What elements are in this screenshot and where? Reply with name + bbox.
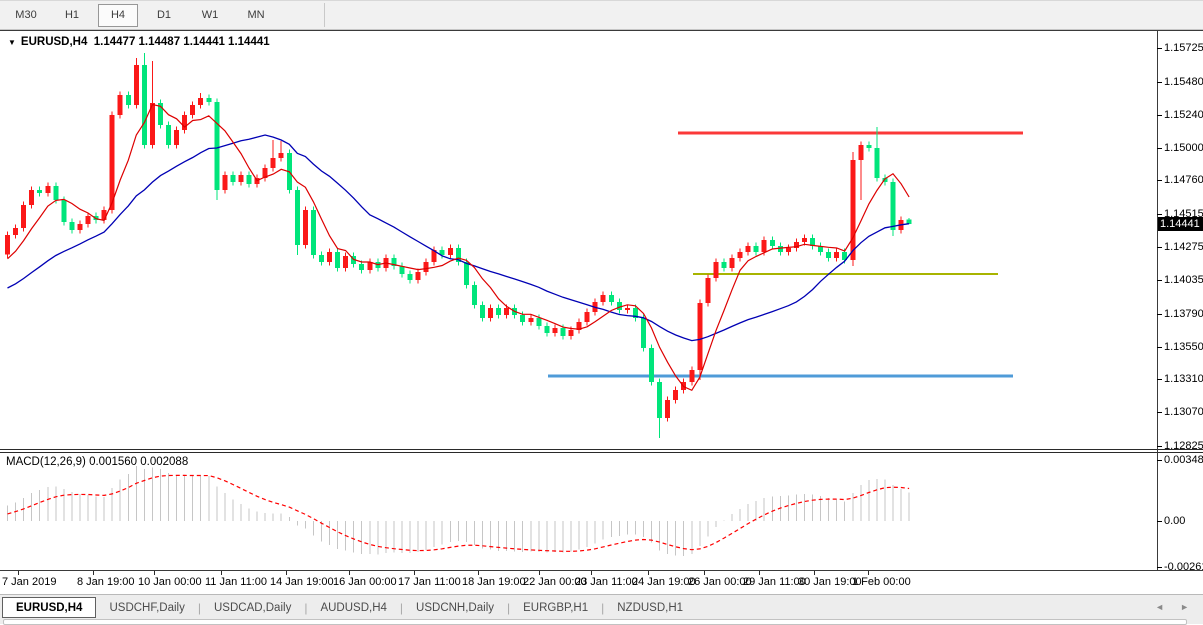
- time-label: 29 Jan 11:00: [743, 576, 806, 588]
- tab-nzdusd-h1[interactable]: NZDUSD,H1: [604, 597, 696, 618]
- time-label: 16 Jan 00:00: [333, 576, 397, 588]
- time-tick-mark: [704, 571, 705, 575]
- timeframe-button-w1[interactable]: W1: [190, 4, 230, 27]
- macd-indicator-label: MACD(12,26,9) 0.001560 0.002088: [6, 456, 188, 468]
- price-tick-mark: [1157, 446, 1162, 447]
- price-tick-mark: [1157, 48, 1162, 49]
- time-label: 24 Jan 19:00: [632, 576, 696, 588]
- timeframe-button-d1[interactable]: D1: [144, 4, 184, 27]
- chart-title-arrow-icon[interactable]: ▼: [8, 38, 16, 47]
- trend-lines: [548, 133, 1023, 376]
- price-tick-label: 1.15000: [1164, 142, 1203, 154]
- time-tick-mark: [18, 571, 19, 575]
- time-tick-mark: [539, 571, 540, 575]
- horizontal-scrollbar[interactable]: [3, 619, 1187, 625]
- time-tick-mark: [286, 571, 287, 575]
- time-tick-mark: [478, 571, 479, 575]
- macd-tick-mark: [1157, 460, 1162, 461]
- price-tick-label: 1.13070: [1164, 406, 1203, 418]
- time-label: 7 Jan 2019: [2, 576, 56, 588]
- price-tick-mark: [1157, 247, 1162, 248]
- price-tick-mark: [1157, 180, 1162, 181]
- price-tick-label: 1.15240: [1164, 109, 1203, 121]
- timeframe-toolbar: M30 H1 H4 D1 W1 MN: [0, 0, 1203, 30]
- tab-usdchf-daily[interactable]: USDCHF,Daily: [96, 597, 197, 618]
- price-tick-mark: [1157, 148, 1162, 149]
- tab-scroll-arrows: ◄ ►: [1155, 602, 1189, 612]
- time-axis[interactable]: 7 Jan 2019 8 Jan 19:0010 Jan 00:0011 Jan …: [0, 571, 1203, 594]
- current-price-tag: 1.14441: [1158, 217, 1203, 231]
- time-label: 8 Jan 19:00: [77, 576, 135, 588]
- price-tick-label: 1.12825: [1164, 440, 1203, 452]
- time-tick-mark: [759, 571, 760, 575]
- time-label: 17 Jan 11:00: [398, 576, 461, 588]
- chart-title: ▼ EURUSD,H4 1.14477 1.14487 1.14441 1.14…: [8, 36, 270, 48]
- time-tick-mark: [154, 571, 155, 575]
- time-label: 10 Jan 00:00: [138, 576, 202, 588]
- tab-scroll-right-icon[interactable]: ►: [1180, 602, 1189, 612]
- time-tick-mark: [221, 571, 222, 575]
- macd-tick-mark: [1157, 567, 1162, 568]
- candlestick-series: [5, 53, 912, 438]
- tab-scroll-left-icon[interactable]: ◄: [1155, 602, 1164, 612]
- time-tick-mark: [648, 571, 649, 575]
- price-tick-label: 1.15480: [1164, 76, 1203, 88]
- tab-audusd-h4[interactable]: AUDUSD,H4: [307, 597, 399, 618]
- ma-slow-line: [8, 135, 910, 341]
- time-label: 23 Jan 11:00: [575, 576, 638, 588]
- tab-usdcad-daily[interactable]: USDCAD,Daily: [201, 597, 304, 618]
- price-tick-label: 1.13790: [1164, 308, 1203, 320]
- timeframe-button-h4[interactable]: H4: [98, 4, 138, 27]
- price-tick-mark: [1157, 214, 1162, 215]
- tab-usdcnh-daily[interactable]: USDCNH,Daily: [403, 597, 507, 618]
- price-axis-border: [1157, 31, 1158, 571]
- price-tick-label: 1.14760: [1164, 174, 1203, 186]
- price-tick-mark: [1157, 379, 1162, 380]
- time-tick-mark: [591, 571, 592, 575]
- time-tick-mark: [868, 571, 869, 575]
- price-tick-mark: [1157, 347, 1162, 348]
- price-tick-mark: [1157, 314, 1162, 315]
- mt4-window: { "toolbar": { "timeframes": ["M30", "H1…: [0, 0, 1203, 624]
- chart-tabs: EURUSD,H4USDCHF,Daily|USDCAD,Daily|AUDUS…: [2, 597, 696, 618]
- time-label: 18 Jan 19:00: [462, 576, 526, 588]
- macd-tick-label: 0.003489: [1164, 454, 1203, 466]
- price-tick-mark: [1157, 280, 1162, 281]
- timeframe-buttons: M30 H1 H4 D1 W1 MN: [6, 4, 282, 27]
- price-tick-mark: [1157, 82, 1162, 83]
- price-tick-label: 1.14035: [1164, 274, 1203, 286]
- price-tick-label: 1.14275: [1164, 241, 1203, 253]
- main-chart-canvas[interactable]: [0, 31, 1157, 449]
- tab-eurusd-h4[interactable]: EURUSD,H4: [2, 597, 96, 618]
- price-tick-label: 1.13550: [1164, 341, 1203, 353]
- time-tick-mark: [814, 571, 815, 575]
- time-tick-mark: [414, 571, 415, 575]
- price-tick-label: 1.15725: [1164, 42, 1203, 54]
- time-label: 11 Jan 11:00: [205, 576, 267, 588]
- timeframe-button-h1[interactable]: H1: [52, 4, 92, 27]
- macd-tick-mark: [1157, 521, 1162, 522]
- macd-indicator-canvas[interactable]: [0, 453, 1157, 570]
- time-tick-mark: [349, 571, 350, 575]
- time-label: 1 Feb 00:00: [852, 576, 911, 588]
- timeframe-button-mn[interactable]: MN: [236, 4, 276, 27]
- price-tick-label: 1.13310: [1164, 373, 1203, 385]
- price-tick-mark: [1157, 412, 1162, 413]
- timeframe-button-m30[interactable]: M30: [6, 4, 46, 27]
- tab-eurgbp-h1[interactable]: EURGBP,H1: [510, 597, 601, 618]
- toolbar-separator: [324, 3, 325, 27]
- time-tick-mark: [93, 571, 94, 575]
- time-label: 14 Jan 19:00: [270, 576, 334, 588]
- chart-title-text: EURUSD,H4 1.14477 1.14487 1.14441 1.1444…: [21, 36, 270, 48]
- macd-tick-label: 0.00: [1164, 515, 1185, 527]
- price-tick-mark: [1157, 115, 1162, 116]
